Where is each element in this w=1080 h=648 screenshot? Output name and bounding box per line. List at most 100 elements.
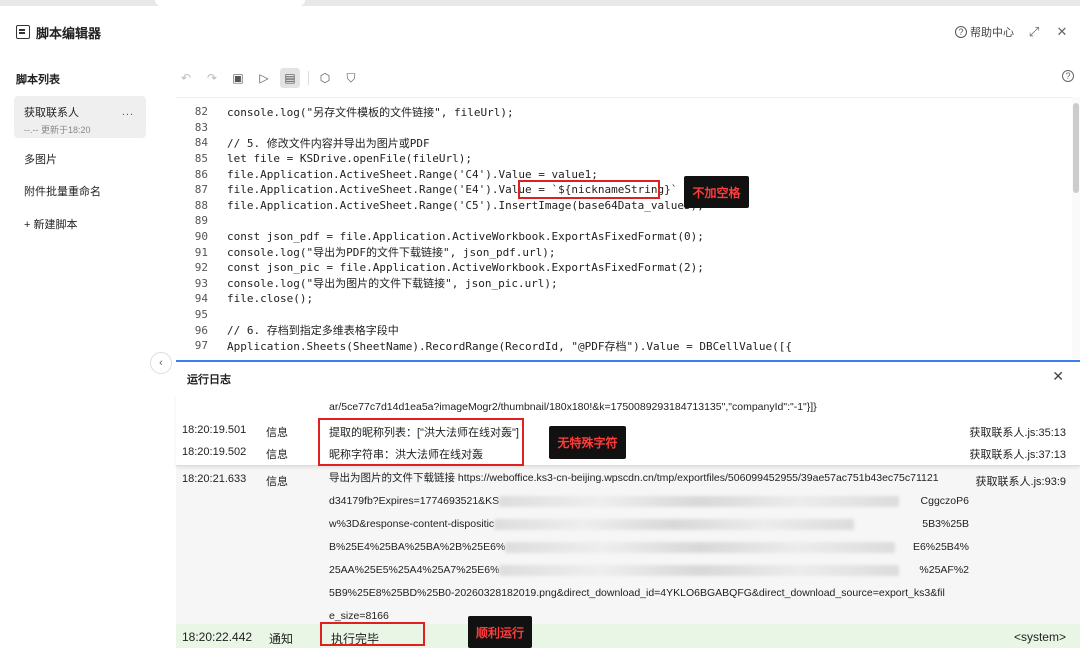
code-line[interactable]: 90 const json_pdf = file.Application.Acti…: [176, 229, 704, 245]
line-number: 93: [194, 276, 208, 290]
log-message-line: w%3D&response-content-dispositic 5B3%25B: [329, 513, 969, 536]
code-line[interactable]: 83: [176, 120, 227, 136]
blurred-text: [494, 518, 855, 530]
more-icon[interactable]: ...: [122, 106, 134, 118]
log-icon[interactable]: ▤: [280, 68, 300, 88]
code-line[interactable]: 94 file.close();: [176, 291, 313, 307]
script-editor-icon: [16, 25, 30, 39]
code-line[interactable]: 82 console.log("另存文件模板的文件链接", fileUrl);: [176, 104, 514, 120]
code-text: Application.Sheets(SheetName).RecordRang…: [227, 339, 793, 353]
code-text: // 5. 修改文件内容并导出为图片或PDF: [227, 136, 430, 150]
log-text: B%25E4%25BA%25BA%2B%25E6%: [329, 541, 506, 553]
help-center-label: 帮助中心: [970, 27, 1014, 39]
log-text: d34179fb?Expires=1774693521&KS: [329, 495, 500, 507]
collapse-sidebar-button[interactable]: ‹: [150, 352, 172, 374]
editor-header: 脚本编辑器 ? 帮助中心 ⤢ ✕: [0, 6, 1080, 58]
help-center-link[interactable]: ? 帮助中心: [955, 24, 1014, 40]
line-number: 91: [194, 245, 208, 259]
annotation-box: [518, 180, 660, 199]
code-line[interactable]: 97 Application.Sheets(SheetName).RecordRa…: [176, 338, 792, 354]
line-number: 96: [194, 323, 208, 337]
script-item-get-contacts[interactable]: 获取联系人 --.-- 更新于18:20 ...: [14, 96, 146, 138]
log-source-link[interactable]: 获取联系人.js:93:9: [976, 473, 1066, 489]
annotation-label: 顺利运行: [468, 616, 532, 648]
log-row: 18:20:21.633 信息 获取联系人.js:93:9 导出为图片的文件下载…: [0, 472, 1080, 623]
log-text: w%3D&response-content-dispositic: [329, 518, 495, 530]
code-line[interactable]: 93 console.log("导出为图片的文件下载链接", json_pic.u…: [176, 276, 558, 292]
log-text: CggczoP6: [920, 495, 969, 507]
annotation-box: [318, 418, 524, 466]
log-message-line: B%25E4%25BA%25BA%2B%25E6% E6%25B4%: [329, 536, 969, 559]
log-level: 通知: [269, 632, 294, 646]
line-number: 95: [194, 308, 208, 322]
code-editor[interactable]: 82 console.log("另存文件模板的文件链接", fileUrl); 83…: [176, 97, 1072, 359]
line-number: 88: [194, 198, 208, 212]
line-number: 82: [194, 105, 208, 119]
code-line[interactable]: 95: [176, 307, 227, 323]
code-line[interactable]: 89: [176, 213, 227, 229]
script-item-batch-rename[interactable]: 附件批量重命名: [14, 183, 146, 199]
code-line[interactable]: 92 const json_pic = file.Application.Acti…: [176, 260, 704, 276]
new-script-button[interactable]: + 新建脚本: [14, 216, 146, 232]
code-line[interactable]: 96 // 6. 存档到指定多维表格字段中: [176, 322, 399, 338]
code-line[interactable]: 85 let file = KSDrive.openFile(fileUrl);: [176, 151, 472, 167]
blurred-text: [499, 564, 900, 576]
page-title: 脚本编辑器: [36, 25, 102, 41]
redo-icon[interactable]: ↷: [202, 68, 222, 88]
log-message-line: 25AA%25E5%25A4%25A7%25E6% %25AF%2: [329, 559, 969, 582]
log-time: 18:20:22.442: [182, 630, 253, 644]
close-icon[interactable]: ✕: [1054, 24, 1070, 40]
close-log-icon[interactable]: ✕: [1052, 368, 1064, 385]
help-icon: ?: [955, 26, 967, 38]
question-icon[interactable]: ?: [1062, 70, 1074, 82]
line-number: 92: [194, 261, 208, 275]
log-source-link[interactable]: 获取联系人.js:37:13: [969, 446, 1066, 462]
code-text: file.close();: [227, 292, 314, 306]
undo-icon[interactable]: ↶: [176, 68, 196, 88]
log-time: 18:20:19.502: [182, 446, 247, 458]
code-line[interactable]: 91 console.log("导出为PDF的文件下载链接", json_pdf.…: [176, 244, 556, 260]
log-row: 18:20:19.501 信息 提取的昵称列表：["洪大法师在线对轰"] 获取联…: [0, 424, 1080, 440]
script-list-title: 脚本列表: [16, 74, 60, 86]
code-scrollbar[interactable]: [1072, 97, 1080, 359]
log-text: 25AA%25E5%25A4%25A7%25E6%: [329, 564, 500, 576]
script-item-multi-images[interactable]: 多图片: [14, 151, 146, 167]
toolbar-divider: [308, 71, 309, 85]
code-text: // 6. 存档到指定多维表格字段中: [227, 324, 399, 338]
log-message-line: 导出为图片的文件下载链接 https://weboffice.ks3-cn-be…: [329, 472, 939, 484]
annotation-label: 不加空格: [684, 176, 749, 208]
log-level: 信息: [266, 476, 288, 488]
package-icon[interactable]: ⬡: [315, 68, 335, 88]
annotation-label: 无特殊字符: [549, 426, 626, 459]
line-number: 97: [194, 339, 208, 353]
code-text: let file = KSDrive.openFile(fileUrl);: [227, 152, 473, 166]
line-number: 94: [194, 292, 208, 306]
code-text: file.Application.ActiveSheet.Range('C4')…: [227, 167, 598, 181]
log-source-link[interactable]: 获取联系人.js:35:13: [969, 424, 1066, 440]
line-number: 89: [194, 214, 208, 228]
editor-toolbar: ↶ ↷ ▣ ▷ ▤ ⬡ ⛉ ?: [176, 66, 1080, 90]
line-number: 90: [194, 230, 208, 244]
log-panel-header: 运行日志 ✕: [176, 360, 1080, 394]
log-text: %25AF%2: [919, 564, 969, 576]
line-number: 85: [194, 152, 208, 166]
log-message-line: 5B9%25E8%25BD%25B0-20260328182019.png&di…: [329, 587, 945, 599]
expand-icon[interactable]: ⤢: [1026, 24, 1042, 40]
log-level: 信息: [266, 427, 288, 439]
log-row-success: 18:20:22.442 通知 执行完毕 <system>: [176, 624, 1080, 648]
code-line[interactable]: 84 // 5. 修改文件内容并导出为图片或PDF: [176, 135, 430, 151]
log-time: 18:20:19.501: [182, 424, 247, 436]
code-text: console.log("导出为PDF的文件下载链接", json_pdf.ur…: [227, 246, 556, 260]
code-line[interactable]: 88 file.Application.ActiveSheet.Range('C5…: [176, 198, 704, 214]
save-icon[interactable]: ▣: [228, 68, 248, 88]
log-time: 18:20:21.633: [182, 473, 247, 485]
log-source: <system>: [1013, 630, 1066, 644]
log-text: 5B3%25B: [922, 518, 969, 530]
shield-check-icon[interactable]: ⛉: [341, 68, 361, 88]
scrollbar-thumb[interactable]: [1073, 103, 1079, 193]
blurred-text: [499, 495, 900, 507]
run-icon[interactable]: ▷: [254, 68, 274, 88]
log-continued-text: ar/5ce77c7d14d1ea5a?imageMogr2/thumbnail…: [329, 401, 817, 413]
line-number: 86: [194, 167, 208, 181]
log-message-multiline: 导出为图片的文件下载链接 https://weboffice.ks3-cn-be…: [329, 467, 969, 628]
